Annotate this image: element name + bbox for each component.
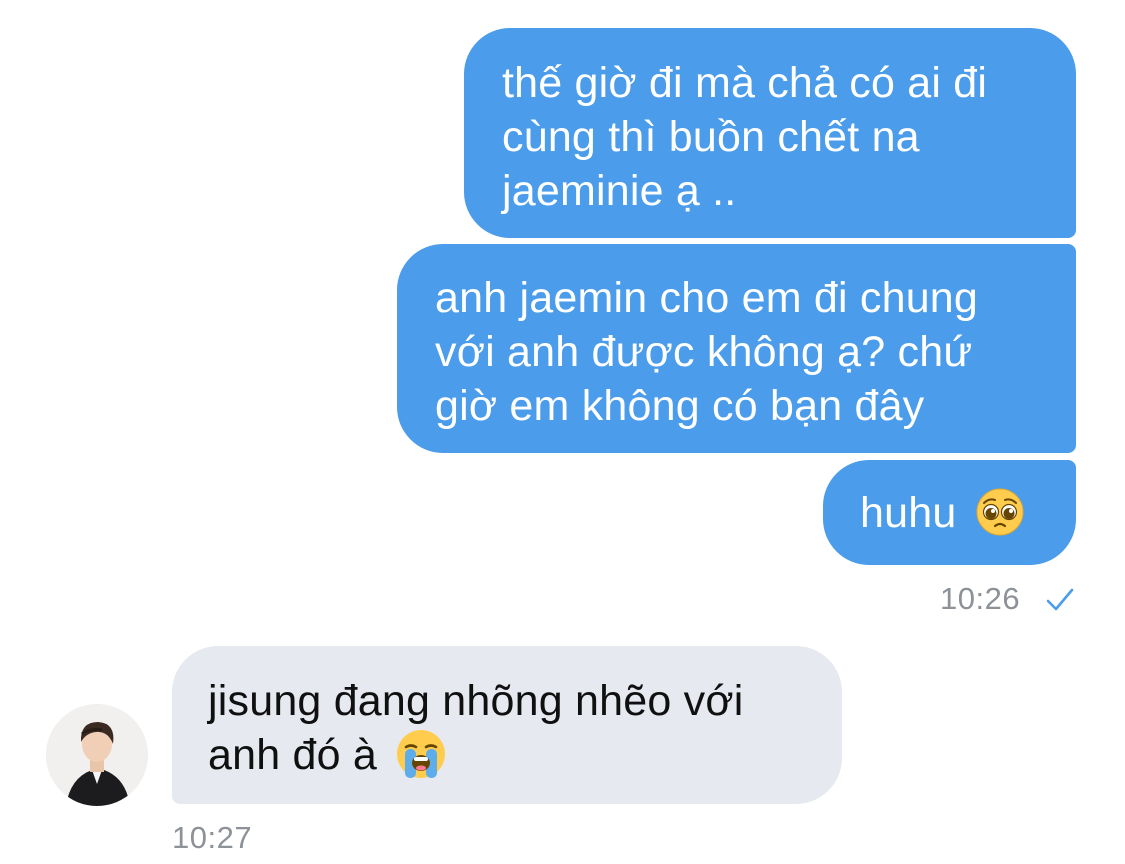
- loudly-crying-face-emoji: [397, 729, 446, 778]
- pleading-face-emoji: [976, 488, 1024, 536]
- message-text-line: anh jaemin cho em đi chung: [435, 274, 979, 322]
- message-text-line: thế giờ đi mà chả có ai đi: [502, 59, 988, 107]
- contact-avatar-photo: [46, 704, 148, 806]
- timestamp: 10:27: [172, 820, 253, 855]
- single-check-icon: [1046, 588, 1074, 611]
- message-bubble-sent[interactable]: huhu: [823, 460, 1076, 565]
- message-text-line: anh đó à: [208, 731, 377, 779]
- message-bubble-sent[interactable]: thế giờ đi mà chả có ai đi cùng thì buồn…: [464, 28, 1076, 238]
- message-text-line: với anh được không ạ? chứ: [435, 328, 973, 376]
- message-text-line: jaeminie ạ ..: [502, 167, 737, 215]
- message-text-line: cùng thì buồn chết na: [502, 113, 920, 161]
- message-text-line: giờ em không có bạn đây: [435, 382, 925, 430]
- chat-thread: thế giờ đi mà chả có ai đi cùng thì buồn…: [0, 0, 1125, 864]
- message-bubble-sent[interactable]: anh jaemin cho em đi chung với anh được …: [397, 244, 1076, 453]
- message-bubble-received[interactable]: jisung đang nhõng nhẽo với anh đó à: [172, 646, 842, 804]
- message-text-line: jisung đang nhõng nhẽo với: [208, 677, 744, 725]
- timestamp: 10:26: [940, 581, 1021, 616]
- message-text: huhu: [860, 489, 957, 537]
- avatar[interactable]: [46, 704, 148, 806]
